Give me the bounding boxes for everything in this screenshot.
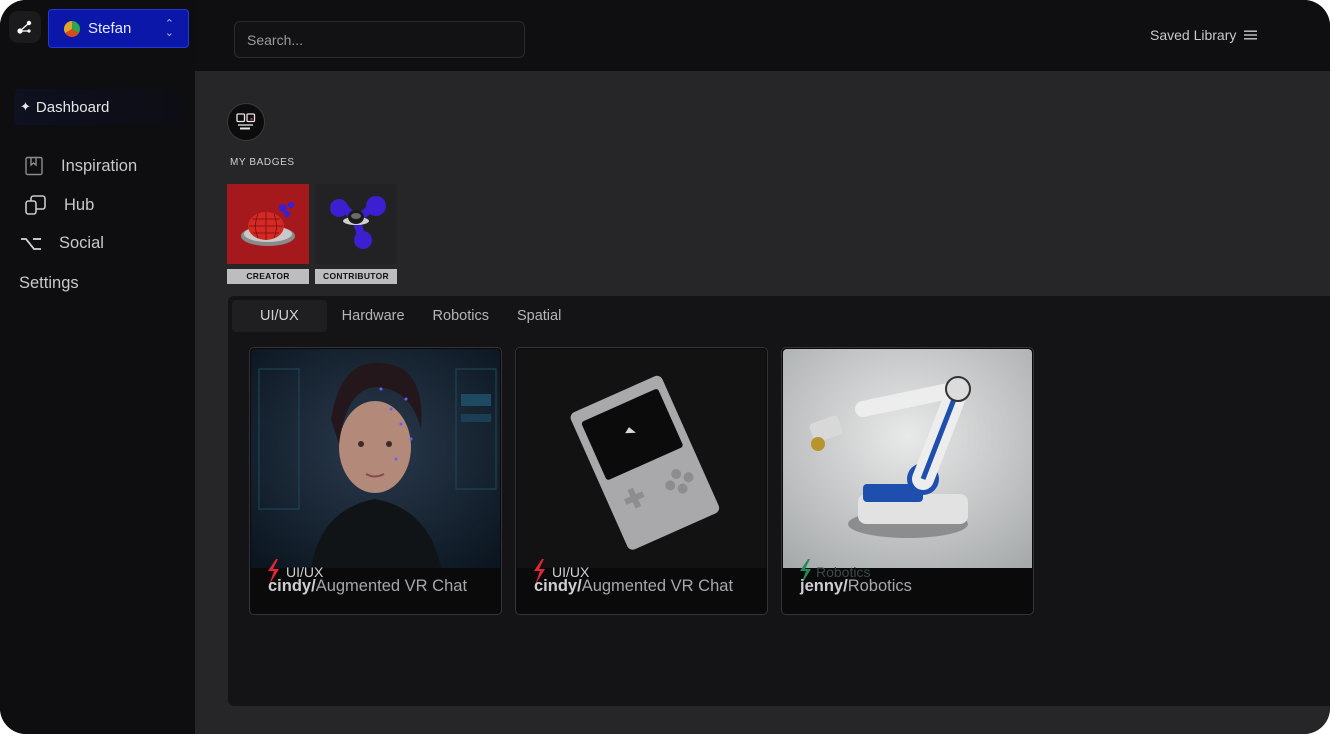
badge-contributor-caption: CONTRIBUTOR	[315, 269, 397, 284]
saved-library-label: Saved Library	[1150, 27, 1237, 43]
card-category-tag: Robotics	[798, 528, 870, 614]
nav-dashboard[interactable]: ✦ Dashboard	[14, 89, 184, 125]
nav-social[interactable]: Social	[20, 234, 104, 253]
nav-inspiration-label: Inspiration	[61, 156, 138, 175]
nav-inspiration[interactable]: Inspiration	[24, 156, 137, 176]
card-project-name: Augmented VR Chat	[581, 577, 734, 595]
copy-icon	[25, 195, 46, 215]
main-content: MY BADGES CREATOR CONTRIBUTOR UI/UX Hard…	[195, 71, 1330, 734]
tab-robotics[interactable]: Robotics	[418, 300, 504, 332]
saved-library-button[interactable]: Saved Library	[1150, 27, 1258, 43]
card-title: jenny/Robotics	[800, 577, 912, 596]
card-user: jenny/	[800, 577, 848, 595]
nav-settings[interactable]: Settings	[19, 274, 79, 293]
card-category-tag: UI/UX	[532, 528, 589, 614]
chevron-up-down-icon: ⌃ ⌄	[164, 18, 174, 39]
top-header: Saved Library	[195, 0, 1330, 71]
profile-avatar-icon[interactable]	[227, 103, 265, 141]
tab-ui-ux[interactable]: UI/UX	[232, 300, 327, 332]
card-user: cindy/	[534, 577, 582, 595]
nav-hub[interactable]: Hub	[24, 194, 94, 216]
creator-badge-icon	[227, 184, 309, 264]
badge-contributor[interactable]: CONTRIBUTOR	[315, 184, 397, 284]
tab-hardware[interactable]: Hardware	[327, 300, 420, 332]
card-project-name: Augmented VR Chat	[315, 577, 468, 595]
nav-social-label: Social	[59, 234, 104, 252]
badge-creator[interactable]: CREATOR	[227, 184, 309, 284]
card-category-tag: UI/UX	[266, 528, 323, 614]
app-window: Stefan ⌃ ⌄ ✦ Dashboard Inspiration Hub S…	[0, 0, 1330, 734]
card-title: cindy/Augmented VR Chat	[268, 577, 467, 596]
category-tabs: UI/UX Hardware Robotics Spatial	[232, 300, 574, 332]
nav-hub-label: Hub	[64, 195, 95, 214]
tab-spatial[interactable]: Spatial	[502, 300, 576, 332]
sidebar: Stefan ⌃ ⌄ ✦ Dashboard Inspiration Hub S…	[0, 0, 195, 734]
contributor-badge-icon	[315, 184, 397, 264]
avatar	[64, 20, 80, 37]
card-project-name: Robotics	[847, 577, 912, 595]
app-logo-icon[interactable]	[9, 11, 41, 43]
project-card[interactable]: UI/UX cindy/Augmented VR Chat	[515, 347, 768, 615]
account-switcher[interactable]: Stefan ⌃ ⌄	[48, 9, 189, 48]
badges-heading: MY BADGES	[230, 157, 295, 168]
card-user: cindy/	[268, 577, 316, 595]
card-title: cindy/Augmented VR Chat	[534, 577, 733, 596]
project-card[interactable]: UI/UX cindy/Augmented VR Chat	[249, 347, 502, 615]
account-name: Stefan	[88, 20, 132, 37]
search-input[interactable]	[234, 21, 525, 58]
projects-panel: UI/UX Hardware Robotics Spatial UI/UX ci…	[228, 296, 1330, 706]
bookmark-icon	[25, 156, 43, 176]
project-card[interactable]: Robotics jenny/Robotics	[781, 347, 1034, 615]
sparkle-icon: ✦	[20, 99, 31, 114]
nav-dashboard-label: Dashboard	[35, 98, 110, 116]
nav-settings-label: Settings	[19, 274, 79, 292]
option-key-icon	[21, 237, 41, 250]
badge-creator-caption: CREATOR	[227, 269, 309, 284]
menu-icon	[1244, 30, 1258, 40]
